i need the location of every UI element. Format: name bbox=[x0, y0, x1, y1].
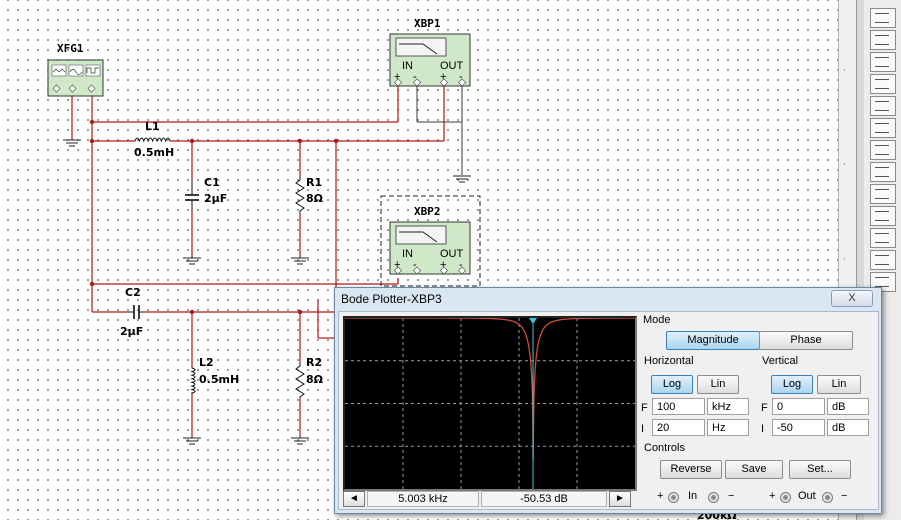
toolbar-instrument-icon[interactable] bbox=[870, 8, 896, 28]
c1-value: 2µF bbox=[204, 192, 227, 205]
xfg1-label: XFG1 bbox=[57, 42, 84, 55]
vertical-lin-button[interactable]: Lin bbox=[817, 375, 861, 394]
vertical-initial-field[interactable]: -50 bbox=[772, 419, 825, 436]
toolbar-instrument-icon[interactable] bbox=[870, 250, 896, 270]
bode-plot-svg[interactable] bbox=[345, 317, 635, 489]
resistor-r2[interactable] bbox=[295, 362, 305, 398]
inductor-l1[interactable] bbox=[134, 137, 171, 143]
cursor-marker-icon[interactable] bbox=[529, 318, 538, 324]
window-title: Bode Plotter-XBP3 bbox=[341, 292, 442, 306]
l2-name: L2 bbox=[199, 356, 214, 369]
readout-bar: ◄ 5.003 kHz -50.53 dB ► bbox=[343, 491, 633, 507]
vertical-final-letter: F bbox=[761, 402, 768, 414]
horizontal-final-letter: F bbox=[641, 402, 648, 414]
toolbar-instrument-icon[interactable] bbox=[870, 52, 896, 72]
c1-name: C1 bbox=[204, 176, 220, 189]
capacitor-c1[interactable] bbox=[185, 180, 199, 210]
magnitude-readout: -50.53 dB bbox=[481, 491, 607, 507]
cursor-right-button[interactable]: ► bbox=[609, 491, 631, 507]
out-label: Out bbox=[798, 490, 816, 502]
inductor-l2[interactable] bbox=[190, 367, 196, 394]
close-icon: X bbox=[848, 292, 856, 304]
plot-grid bbox=[345, 318, 635, 489]
xbp2-in-label: IN bbox=[402, 248, 413, 260]
vertical-initial-letter: I bbox=[761, 423, 765, 435]
mode-label: Mode bbox=[643, 314, 671, 326]
ground-wires bbox=[416, 86, 463, 175]
horizontal-initial-field[interactable]: 20 bbox=[652, 419, 705, 436]
toolbar-instrument-icon[interactable] bbox=[870, 118, 896, 138]
l1-name: L1 bbox=[145, 120, 160, 133]
in-plus-terminal[interactable] bbox=[668, 492, 679, 503]
r1-value: 8Ω bbox=[306, 192, 324, 205]
toolbar-instrument-icon[interactable] bbox=[870, 162, 896, 182]
toolbar-instrument-icon[interactable] bbox=[870, 206, 896, 226]
in-minus-terminal[interactable] bbox=[708, 492, 719, 503]
r2-name: R2 bbox=[306, 356, 322, 369]
out-plus-terminal[interactable] bbox=[780, 492, 791, 503]
l2-value: 0.5mH bbox=[199, 373, 239, 386]
ruler-mark: · bbox=[843, 66, 846, 76]
horizontal-final-unit[interactable]: kHz bbox=[707, 398, 749, 415]
l1-value: 0.5mH bbox=[134, 146, 174, 159]
out-minus-label: − bbox=[841, 490, 848, 502]
reverse-button[interactable]: Reverse bbox=[660, 460, 722, 479]
window-body: ◄ 5.003 kHz -50.53 dB ► Mode Magnitude P… bbox=[338, 311, 879, 510]
ruler-mark: · bbox=[843, 255, 846, 265]
magnitude-button[interactable]: Magnitude bbox=[666, 331, 760, 350]
function-generator-xfg1[interactable] bbox=[47, 59, 104, 97]
in-label: In bbox=[688, 490, 698, 502]
bode-plotter-xbp2[interactable]: IN OUT + - + - bbox=[389, 221, 471, 275]
vertical-final-unit[interactable]: dB bbox=[827, 398, 869, 415]
cursor-left-button[interactable]: ◄ bbox=[343, 491, 365, 507]
horizontal-lin-button[interactable]: Lin bbox=[697, 375, 739, 394]
resistor-r1[interactable] bbox=[295, 176, 305, 214]
save-button[interactable]: Save bbox=[725, 460, 783, 479]
horizontal-label: Horizontal bbox=[644, 355, 694, 367]
vertical-final-field[interactable]: 0 bbox=[772, 398, 825, 415]
r1-name: R1 bbox=[306, 176, 322, 189]
toolbar-instrument-icon[interactable] bbox=[870, 30, 896, 50]
out-plus-label: + bbox=[769, 490, 776, 502]
set-button[interactable]: Set... bbox=[789, 460, 851, 479]
xbp1-in-label: IN bbox=[402, 60, 413, 72]
toolbar-instrument-icon[interactable] bbox=[870, 74, 896, 94]
arrow-right-icon: ► bbox=[615, 493, 625, 504]
vertical-initial-unit[interactable]: dB bbox=[827, 419, 869, 436]
arrow-left-icon: ◄ bbox=[349, 493, 359, 504]
horizontal-log-button[interactable]: Log bbox=[651, 375, 693, 394]
c2-name: C2 bbox=[125, 286, 141, 299]
capacitor-c2[interactable] bbox=[128, 305, 145, 319]
horizontal-final-field[interactable]: 100 bbox=[652, 398, 705, 415]
c2-value: 2µF bbox=[120, 325, 143, 338]
in-minus-label: − bbox=[728, 490, 735, 502]
xbp2-label: XBP2 bbox=[414, 205, 441, 218]
horizontal-initial-letter: I bbox=[641, 423, 645, 435]
horizontal-initial-unit[interactable]: Hz bbox=[707, 419, 749, 436]
vertical-label: Vertical bbox=[762, 355, 799, 367]
toolbar-instrument-icon[interactable] bbox=[870, 140, 896, 160]
magnitude-trace bbox=[345, 317, 635, 462]
toolbar-instrument-icon[interactable] bbox=[870, 228, 896, 248]
r2-value: 8Ω bbox=[306, 373, 324, 386]
close-button[interactable]: X bbox=[831, 290, 873, 307]
xbp1-label: XBP1 bbox=[414, 17, 441, 30]
toolbar-instrument-icon[interactable] bbox=[870, 96, 896, 116]
in-plus-label: + bbox=[657, 490, 664, 502]
frequency-readout: 5.003 kHz bbox=[367, 491, 479, 507]
ruler-mark: · bbox=[843, 160, 846, 170]
bode-plot-area[interactable] bbox=[343, 316, 637, 491]
toolbar-instrument-icon[interactable] bbox=[870, 184, 896, 204]
phase-button[interactable]: Phase bbox=[759, 331, 853, 350]
bode-plotter-xbp1[interactable]: IN OUT + - + - bbox=[389, 33, 471, 87]
bode-plotter-window[interactable]: Bode Plotter-XBP3 X ◄ 5.003 kHz -50.53 d… bbox=[334, 287, 882, 514]
vertical-log-button[interactable]: Log bbox=[771, 375, 813, 394]
out-minus-terminal[interactable] bbox=[822, 492, 833, 503]
controls-label: Controls bbox=[644, 442, 685, 454]
